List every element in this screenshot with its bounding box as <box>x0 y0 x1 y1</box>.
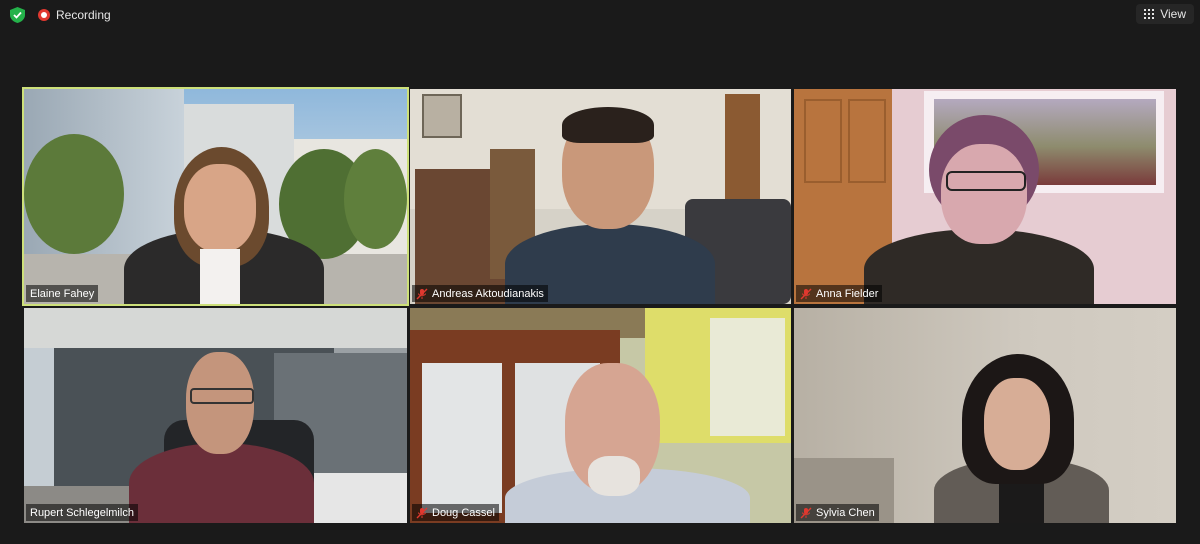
recording-label: Recording <box>56 8 111 22</box>
video-tile-doug-cassel[interactable]: Doug Cassel <box>410 308 791 523</box>
participant-nametag: Rupert Schlegelmilch <box>26 504 138 521</box>
participant-nametag: Doug Cassel <box>412 504 499 521</box>
microphone-muted-icon <box>416 288 428 299</box>
video-tile-andreas-aktoudianakis[interactable]: Andreas Aktoudianakis <box>410 89 791 304</box>
participant-name: Rupert Schlegelmilch <box>30 506 134 519</box>
video-feed <box>794 308 1176 523</box>
participant-nametag: Andreas Aktoudianakis <box>412 285 548 302</box>
grid-icon <box>1144 9 1155 19</box>
view-label: View <box>1160 7 1186 21</box>
participant-name: Elaine Fahey <box>30 287 95 300</box>
recording-indicator[interactable]: Recording <box>38 7 111 23</box>
participant-name: Sylvia Chen <box>816 506 875 519</box>
participant-name: Andreas Aktoudianakis <box>432 287 544 300</box>
microphone-muted-icon <box>800 288 812 299</box>
participant-name: Doug Cassel <box>432 506 495 519</box>
shield-check-icon[interactable] <box>10 7 25 23</box>
video-feed <box>24 308 407 523</box>
participant-name: Anna Fielder <box>816 287 879 300</box>
video-feed <box>410 308 791 523</box>
video-tile-rupert-schlegelmilch[interactable]: Rupert Schlegelmilch <box>24 308 407 523</box>
microphone-muted-icon <box>800 507 812 518</box>
video-tile-anna-fielder[interactable]: Anna Fielder <box>794 89 1176 304</box>
participant-nametag: Anna Fielder <box>796 285 883 302</box>
video-feed <box>794 89 1176 304</box>
participant-nametag: Elaine Fahey <box>26 285 99 302</box>
video-tile-sylvia-chen[interactable]: Sylvia Chen <box>794 308 1176 523</box>
video-feed <box>410 89 791 304</box>
top-bar: Recording View <box>0 0 1200 30</box>
participant-nametag: Sylvia Chen <box>796 504 879 521</box>
record-icon <box>38 9 50 21</box>
microphone-muted-icon <box>416 507 428 518</box>
view-button[interactable]: View <box>1136 4 1194 24</box>
video-tile-elaine-fahey[interactable]: Elaine Fahey <box>22 87 409 306</box>
video-feed <box>24 89 407 304</box>
